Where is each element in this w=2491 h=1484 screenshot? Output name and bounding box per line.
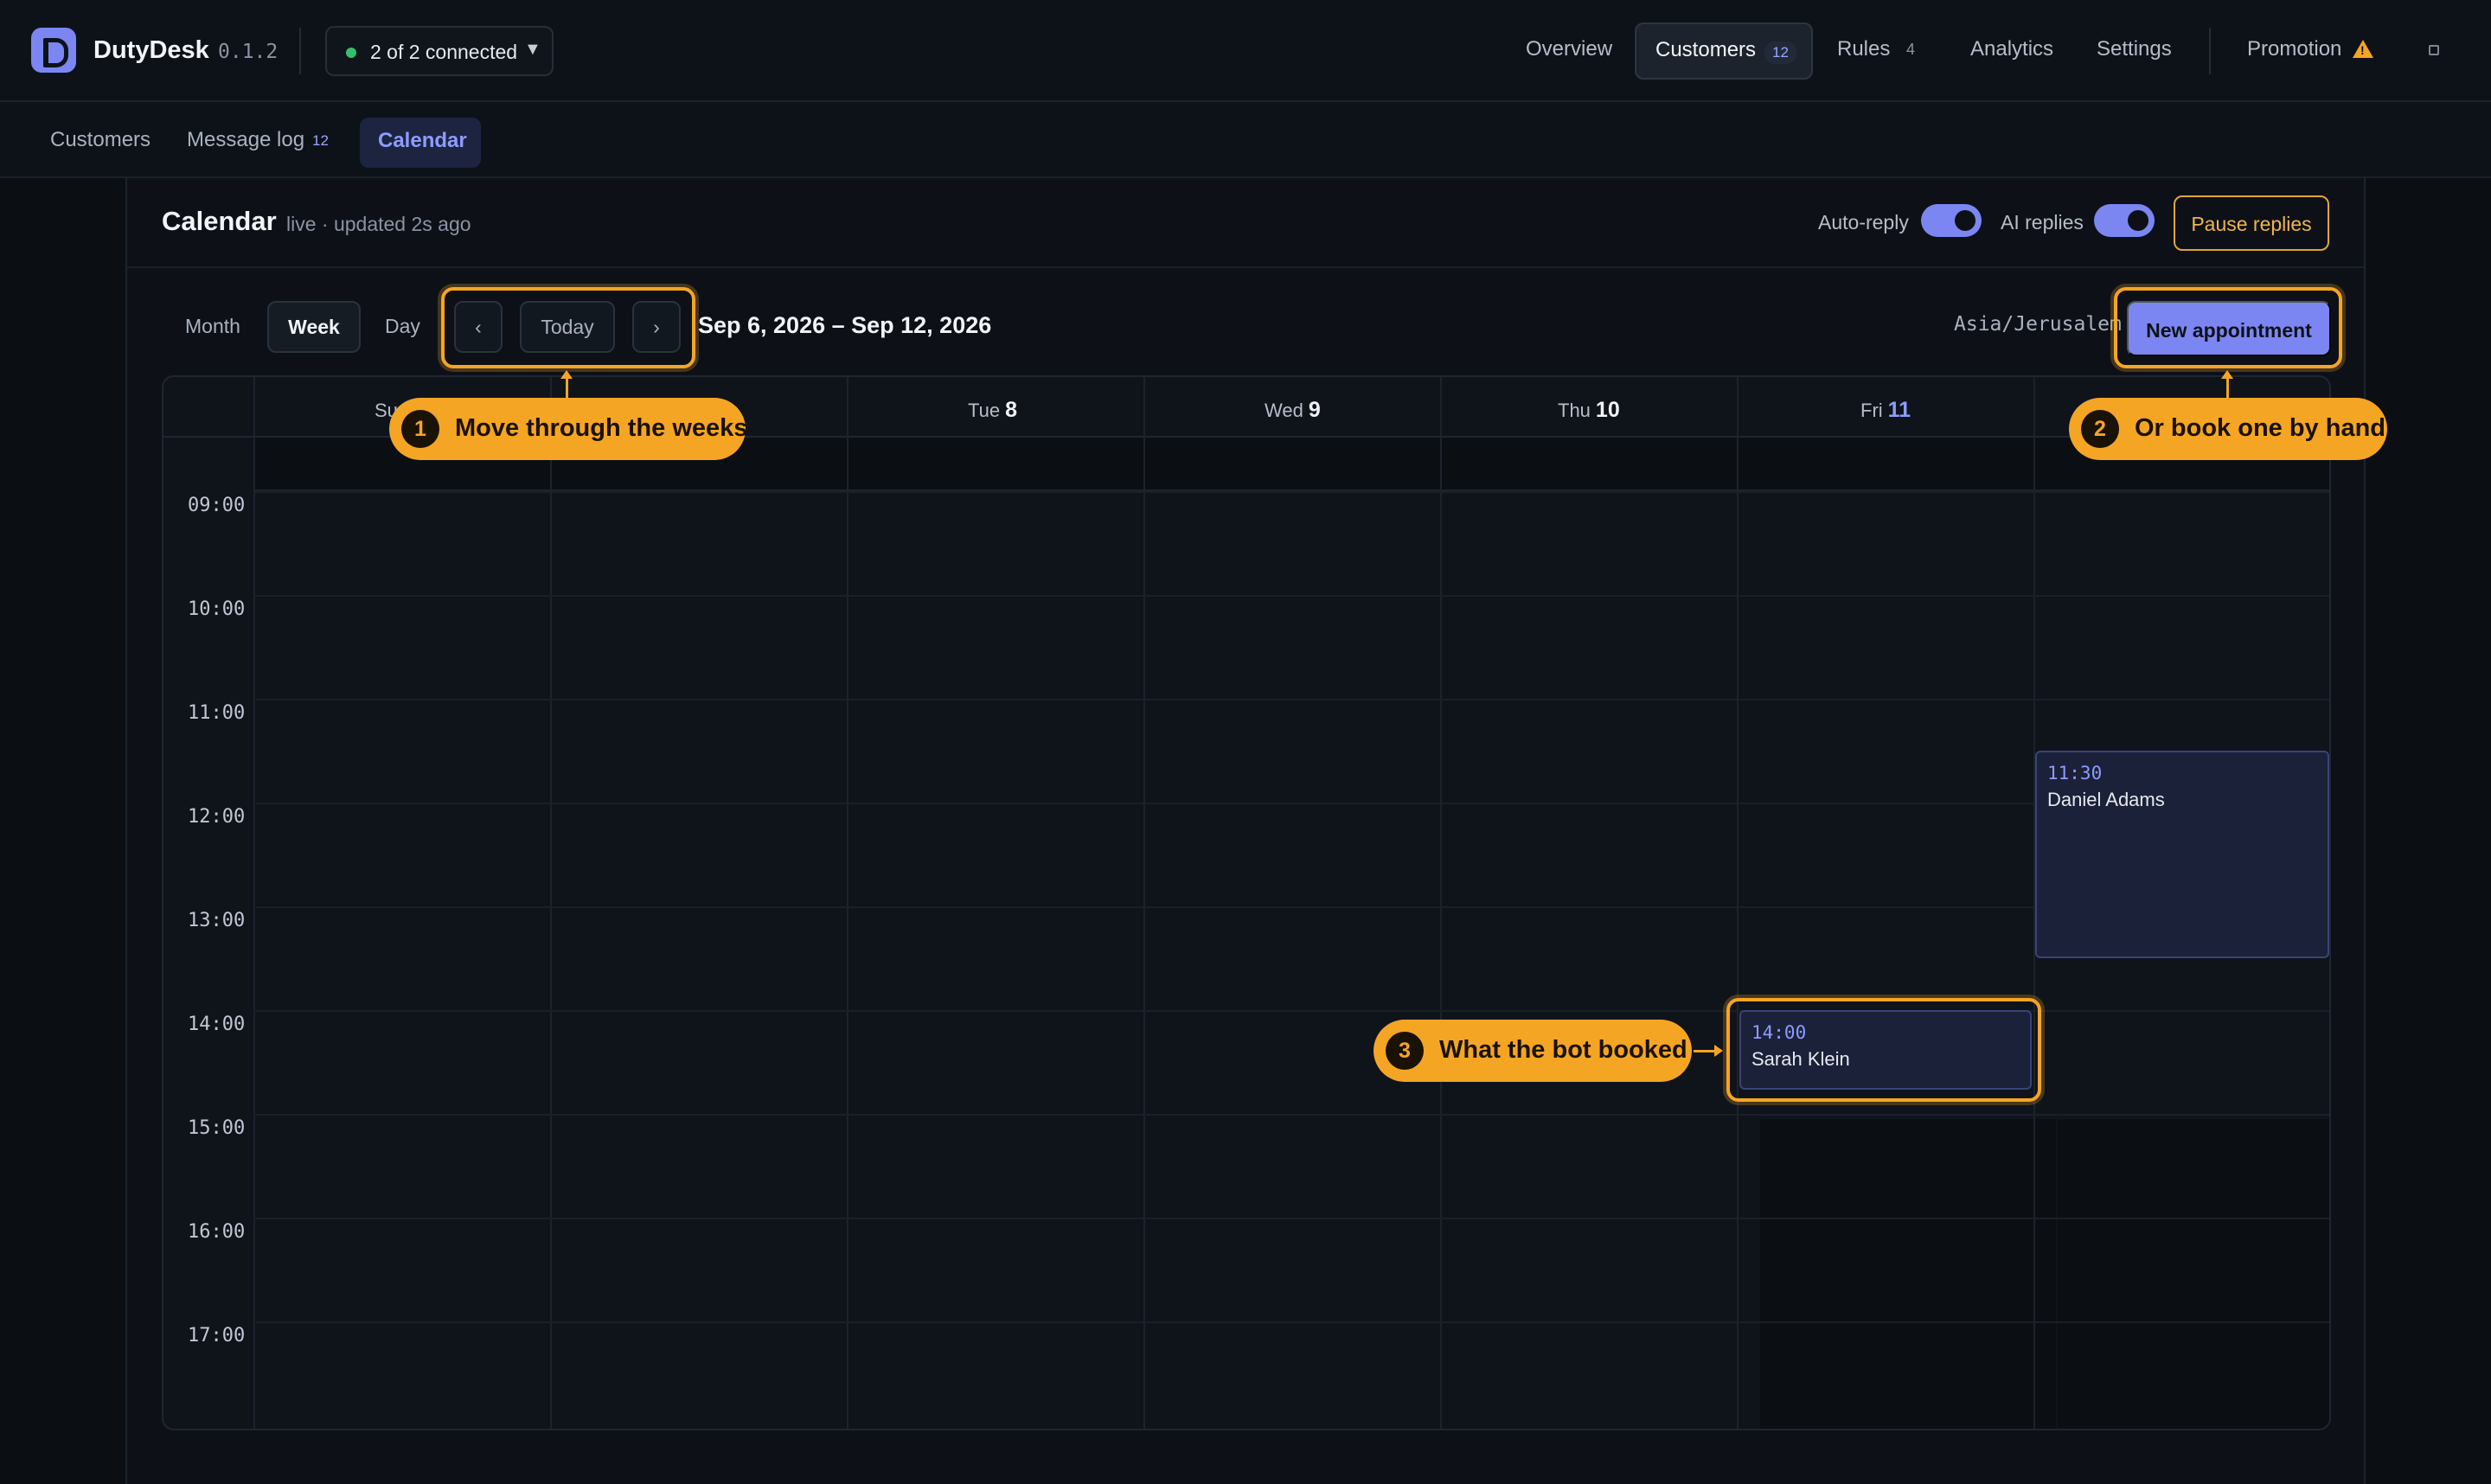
tab-calendar[interactable]: Calendar: [360, 118, 481, 168]
app-name: DutyDesk: [93, 36, 209, 64]
day-header-thu: Thu 10: [1558, 398, 1620, 422]
customers-count-badge: 12: [1764, 42, 1796, 64]
hour-line: [253, 1218, 2329, 1219]
off-hours-region: [1760, 1119, 2056, 1429]
arrow-right-icon: [1694, 1045, 1723, 1057]
chevron-down-icon: ▼: [524, 40, 541, 59]
day-header-tue: Tue 8: [968, 398, 1017, 422]
window-icon[interactable]: [2429, 45, 2439, 55]
ai-replies-label: AI replies: [2001, 211, 2084, 233]
view-week-button[interactable]: Week: [267, 301, 361, 353]
top-bar: DutyDesk 0.1.2 2 of 2 connected ▼ Overvi…: [0, 0, 2491, 102]
tab-message-log[interactable]: Message log: [187, 128, 304, 152]
hour-label: 14:00: [188, 1014, 246, 1035]
callout-text: What the bot booked: [1439, 1036, 1687, 1064]
view-month-button[interactable]: Month: [185, 315, 240, 338]
connection-status-dropdown[interactable]: 2 of 2 connected ▼: [325, 26, 554, 76]
week-navigation-highlight: [441, 287, 695, 368]
divider: [299, 28, 301, 74]
hour-line: [253, 1321, 2329, 1323]
page-title: Calendar: [162, 206, 277, 236]
hour-label: 13:00: [188, 910, 246, 931]
off-hours-region: [2058, 1119, 2329, 1429]
arrow-up-icon: [560, 370, 573, 398]
hour-line: [253, 803, 2329, 804]
day-header-wed: Wed 9: [1265, 398, 1321, 422]
booked-event-highlight: [1726, 998, 2041, 1102]
callout-week-navigation: 1 Move through the weeks: [389, 398, 748, 460]
hour-label: 09:00: [188, 495, 246, 516]
hour-label: 10:00: [188, 598, 246, 620]
appointment-event[interactable]: 11:30 Daniel Adams: [2035, 751, 2329, 958]
pause-replies-button[interactable]: Pause replies: [2174, 195, 2329, 251]
callout-new-appointment: 2 Or book one by hand: [2069, 398, 2387, 460]
panel-header: Calendar live · updated 2s ago Auto-repl…: [127, 178, 2364, 268]
day-header-fri: Fri 11: [1860, 398, 1911, 422]
hour-line: [253, 906, 2329, 908]
callout-number: 1: [401, 410, 439, 448]
auto-reply-label: Auto-reply: [1818, 211, 1909, 233]
warning-icon: [2353, 40, 2373, 58]
hour-label: 12:00: [188, 806, 246, 828]
app-logo-icon: [31, 28, 76, 73]
column-line: [847, 377, 848, 1429]
sub-tabs: Customers Message log 12 Calendar: [0, 102, 2491, 178]
event-time: 11:30: [2047, 763, 2103, 784]
hour-label: 16:00: [188, 1221, 246, 1243]
hour-label: 11:00: [188, 702, 246, 724]
callout-number: 3: [1386, 1032, 1424, 1070]
callout-bot-booked: 3 What the bot booked: [1374, 1020, 1692, 1082]
rules-count-badge: 4: [1906, 41, 1916, 58]
column-line: [253, 377, 255, 1429]
hour-line: [253, 491, 2329, 493]
status-dot-icon: [346, 48, 356, 58]
timezone: Asia/Jerusalem: [1954, 313, 2122, 336]
week-calendar-grid: Su Tue 8 Wed 9 Thu 10 Fri 11 09:00 10:00 11:…: [162, 375, 2331, 1430]
callout-text: Or book one by hand: [2135, 414, 2386, 442]
date-range: Sep 6, 2026 – Sep 12, 2026: [698, 312, 992, 338]
live-status: live · updated 2s ago: [286, 213, 471, 235]
calendar-panel: Calendar live · updated 2s ago Auto-repl…: [125, 178, 2366, 1484]
auto-reply-toggle[interactable]: [1921, 204, 1982, 237]
callout-number: 2: [2081, 410, 2119, 448]
nav-settings[interactable]: Settings: [2097, 37, 2172, 61]
connection-status-text: 2 of 2 connected: [370, 41, 518, 63]
hour-line: [253, 595, 2329, 597]
column-line: [1440, 377, 1442, 1429]
arrow-up-icon: [2221, 370, 2233, 398]
hour-label: 17:00: [188, 1325, 246, 1346]
nav-promotion[interactable]: Promotion: [2247, 37, 2341, 61]
column-line: [1143, 377, 1145, 1429]
column-line: [550, 377, 552, 1429]
app-version: 0.1.2: [218, 41, 279, 63]
tab-customers[interactable]: Customers: [50, 128, 150, 152]
nav-customers[interactable]: Customers 12: [1635, 22, 1813, 80]
hour-line: [253, 699, 2329, 700]
message-log-count-badge: 12: [312, 132, 329, 149]
new-appointment-highlight: [2114, 287, 2342, 368]
nav-customers-label: Customers: [1655, 38, 1757, 61]
nav-rules[interactable]: Rules: [1837, 37, 1890, 61]
column-line: [1737, 377, 1739, 1429]
callout-text: Move through the weeks: [455, 414, 748, 442]
ai-replies-toggle[interactable]: [2094, 204, 2155, 237]
nav-analytics[interactable]: Analytics: [1970, 37, 2053, 61]
event-customer: Daniel Adams: [2047, 789, 2165, 810]
hour-label: 15:00: [188, 1117, 246, 1139]
view-day-button[interactable]: Day: [385, 315, 420, 338]
tab-calendar-label: Calendar: [378, 129, 467, 152]
divider: [2209, 28, 2211, 74]
nav-overview[interactable]: Overview: [1526, 37, 1612, 61]
hour-line: [253, 1114, 2329, 1116]
